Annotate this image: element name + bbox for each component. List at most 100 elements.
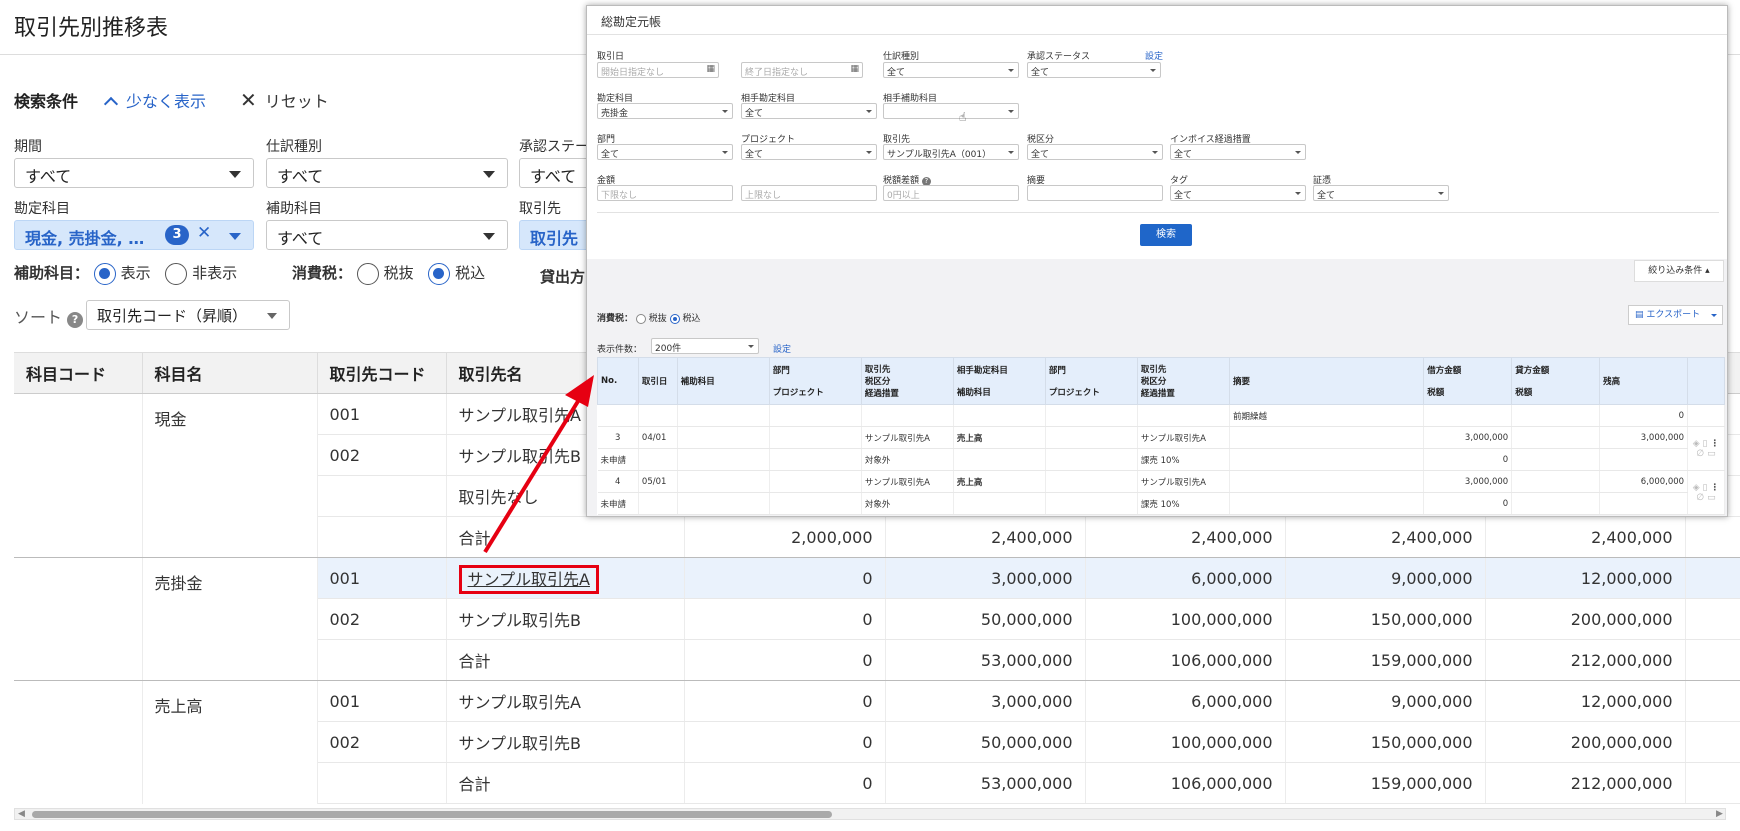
account-select[interactable]: 現金, 売掛金, … 3 ✕ bbox=[14, 220, 254, 250]
value-cell[interactable]: 53,000,000 bbox=[885, 762, 1086, 804]
tag-select[interactable]: 全て bbox=[1170, 185, 1306, 201]
help-icon[interactable]: ? bbox=[67, 312, 84, 328]
value-cell[interactable]: 2,400,000 bbox=[885, 516, 1086, 558]
tag-icon[interactable]: ◈ bbox=[1693, 439, 1700, 449]
scroll-right-icon[interactable]: ▶ bbox=[1716, 809, 1723, 819]
value-cell[interactable]: 0 bbox=[684, 557, 886, 599]
value-cell[interactable]: 159,000,000 bbox=[1285, 762, 1486, 804]
partner-name-cell[interactable]: サンプル取引先A bbox=[446, 557, 685, 599]
entry-counter-link[interactable]: 売上高 bbox=[953, 470, 1046, 493]
sub-hide-radio[interactable] bbox=[165, 262, 188, 285]
entry-no-link[interactable]: 3 bbox=[597, 426, 639, 449]
value-cell[interactable]: 2,400,000 bbox=[1085, 516, 1286, 558]
export-button[interactable]: ▤ エクスポート bbox=[1628, 305, 1723, 325]
col-memo[interactable]: 摘要 bbox=[1228, 357, 1425, 405]
journal-type-select[interactable]: 全て bbox=[883, 62, 1019, 78]
value-cell[interactable]: 150,000,000 bbox=[1285, 721, 1486, 763]
evidence-select[interactable]: 全て bbox=[1313, 185, 1449, 201]
reset-button[interactable]: ✕ リセット bbox=[240, 88, 329, 112]
attach-icon[interactable]: ∅ bbox=[1696, 449, 1704, 459]
value-cell[interactable]: 212,000,000 bbox=[1485, 762, 1686, 804]
more-icon[interactable]: ⋮ bbox=[1710, 483, 1719, 493]
date-start-input[interactable]: 開始日指定なし ▦ bbox=[597, 62, 719, 78]
tag-icon[interactable]: ◈ bbox=[1693, 483, 1700, 493]
project-select[interactable]: 全て bbox=[741, 144, 877, 160]
amount-max-input[interactable]: 上限なし bbox=[741, 185, 877, 201]
counter-account-select[interactable]: 全て bbox=[741, 103, 877, 119]
search-button[interactable]: 検索 bbox=[1140, 224, 1192, 246]
col-debit[interactable]: 借方金額 税額 bbox=[1423, 357, 1513, 405]
value-cell[interactable]: 0 bbox=[684, 598, 886, 640]
value-cell[interactable]: 2,000,000 bbox=[684, 516, 886, 558]
value-cell[interactable]: 0 bbox=[684, 721, 886, 763]
clear-icon[interactable]: ✕ bbox=[197, 223, 211, 243]
row-actions[interactable]: ◈ ▯ ⋮ ∅ ▭ bbox=[1687, 470, 1725, 515]
value-cell[interactable]: 0 bbox=[684, 639, 886, 681]
value-cell[interactable]: 50,000,000 bbox=[885, 598, 1086, 640]
value-cell[interactable]: 2,400,000 bbox=[1485, 516, 1686, 558]
col-account-name[interactable]: 科目名 bbox=[142, 352, 318, 394]
tax-excl-radio[interactable] bbox=[356, 262, 379, 285]
value-cell[interactable]: 9,000,000 bbox=[1285, 680, 1486, 722]
approval-select[interactable]: 全て bbox=[1027, 62, 1161, 78]
calendar-icon[interactable]: ▦ bbox=[850, 64, 859, 74]
value-cell[interactable]: 159,000,000 bbox=[1285, 639, 1486, 681]
partner-name-cell[interactable]: サンプル取引先B bbox=[446, 721, 685, 763]
value-cell[interactable]: 150,000,000 bbox=[1285, 598, 1486, 640]
period-select[interactable]: すべて bbox=[14, 158, 254, 188]
value-cell[interactable]: 6,000,000 bbox=[1085, 557, 1286, 599]
show-less-toggle[interactable]: 少なく表示 bbox=[102, 88, 206, 112]
col-partner-tax-2[interactable]: 取引先 税区分 経過措置 bbox=[1136, 357, 1230, 405]
col-counter[interactable]: 相手勘定科目 補助科目 bbox=[952, 357, 1046, 405]
value-cell[interactable]: 100,000,000 bbox=[1085, 721, 1286, 763]
highlighted-partner-link[interactable]: サンプル取引先A bbox=[458, 565, 599, 594]
clipboard-icon[interactable]: ▯ bbox=[1703, 439, 1708, 449]
approval-select[interactable]: すべて bbox=[519, 158, 589, 188]
filter-toggle-button[interactable]: 絞り込み条件 ▴ bbox=[1634, 260, 1724, 282]
sub-account-select[interactable]: すべて bbox=[266, 220, 508, 250]
value-cell[interactable]: 0 bbox=[684, 762, 886, 804]
entry-counter-link[interactable]: 売上高 bbox=[953, 426, 1046, 449]
count-select[interactable]: 200件 bbox=[651, 338, 759, 354]
value-cell[interactable]: 200,000,000 bbox=[1485, 721, 1686, 763]
comment-icon[interactable]: ▭ bbox=[1707, 449, 1716, 459]
entry-no-link[interactable]: 4 bbox=[597, 470, 639, 493]
counter-sub-select[interactable] bbox=[883, 103, 1019, 119]
partner-select[interactable]: 取引先な bbox=[519, 220, 589, 250]
journal-type-select[interactable]: すべて bbox=[266, 158, 508, 188]
value-cell[interactable]: 12,000,000 bbox=[1485, 557, 1686, 599]
dept-select[interactable]: 全て bbox=[597, 144, 733, 160]
value-cell[interactable]: 106,000,000 bbox=[1085, 639, 1286, 681]
col-partner-code[interactable]: 取引先コード bbox=[317, 352, 447, 394]
attach-icon[interactable]: ∅ bbox=[1696, 493, 1704, 503]
value-cell[interactable]: 53,000,000 bbox=[885, 639, 1086, 681]
value-cell[interactable]: 3,000,000 bbox=[885, 557, 1086, 599]
col-account-code[interactable]: 科目コード bbox=[14, 352, 143, 394]
scroll-left-icon[interactable]: ◀ bbox=[18, 809, 25, 819]
col-no[interactable]: No. bbox=[597, 357, 639, 405]
partner-select[interactable]: サンプル取引先A（001） bbox=[883, 144, 1019, 160]
value-cell[interactable]: 0 bbox=[684, 680, 886, 722]
count-settings-link[interactable]: 設定 bbox=[773, 342, 791, 355]
value-cell[interactable]: 3,000,000 bbox=[885, 680, 1086, 722]
scrollbar-thumb[interactable] bbox=[32, 811, 832, 818]
memo-input[interactable] bbox=[1027, 185, 1163, 201]
col-dept-proj[interactable]: 部門 プロジェクト bbox=[768, 357, 862, 405]
amount-min-input[interactable]: 下限なし bbox=[597, 185, 733, 201]
more-icon[interactable]: ⋮ bbox=[1710, 439, 1719, 449]
value-cell[interactable]: 2,400,000 bbox=[1285, 516, 1486, 558]
tax-diff-input[interactable]: 0円以上 bbox=[883, 185, 1019, 201]
partner-name-cell[interactable]: サンプル取引先A bbox=[446, 680, 685, 722]
tax-class-select[interactable]: 全て bbox=[1027, 144, 1163, 160]
clipboard-icon[interactable]: ▯ bbox=[1703, 483, 1708, 493]
value-cell[interactable]: 100,000,000 bbox=[1085, 598, 1286, 640]
col-credit[interactable]: 貸方金額 税額 bbox=[1511, 357, 1601, 405]
value-cell[interactable]: 6,000,000 bbox=[1085, 680, 1286, 722]
popup-tax-excl-radio[interactable] bbox=[635, 313, 646, 324]
col-balance[interactable]: 残高 bbox=[1599, 357, 1689, 405]
sub-show-radio[interactable] bbox=[93, 262, 116, 285]
col-dept-proj-2[interactable]: 部門 プロジェクト bbox=[1044, 357, 1138, 405]
value-cell[interactable]: 9,000,000 bbox=[1285, 557, 1486, 599]
popup-tax-incl-radio[interactable] bbox=[669, 313, 680, 324]
invoice-select[interactable]: 全て bbox=[1170, 144, 1306, 160]
